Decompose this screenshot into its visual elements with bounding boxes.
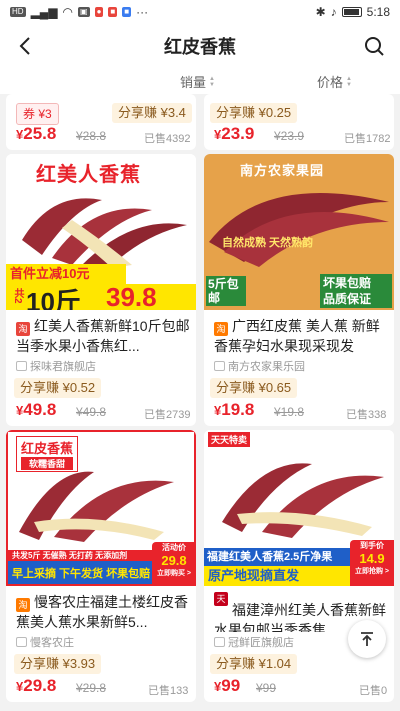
battery-icon xyxy=(341,7,362,17)
shop-name[interactable]: 慢客农庄 xyxy=(16,634,74,650)
sold-count: 已售2739 xyxy=(144,409,191,421)
sort-arrows-icon: ▲ ▼ xyxy=(209,75,215,88)
product-card[interactable]: 南方农家果园 自然成熟 天然熟韵 5斤包邮 坏果包赔 品质保证 淘广西红皮蕉 美人… xyxy=(204,154,394,426)
bluetooth-icon: ✱ xyxy=(315,5,326,19)
shop-icon xyxy=(16,361,27,371)
share-earn-badge[interactable]: 分享赚 ¥3.93 xyxy=(14,654,102,674)
sold-count: 已售133 xyxy=(148,685,189,697)
shop-name[interactable]: 南方农家果乐园 xyxy=(214,358,305,374)
product-title[interactable]: 淘红美人香蕉新鲜10斤包邮当季水果小香焦红... xyxy=(16,316,192,356)
app-icon-4: ■ xyxy=(122,7,132,17)
sold-count: 已售4392 xyxy=(144,133,191,145)
promo-price-box: 活动价 29.8 立即购买 > xyxy=(152,542,194,584)
promo-price-box: 到手价 14.9 立即抢购 > xyxy=(350,540,394,586)
product-card-partial[interactable]: 券 ¥3 分享赚 ¥3.4 ¥25.8 ¥28.8 已售4392 xyxy=(6,94,196,150)
signal-icon: ▂▄▆ xyxy=(30,5,58,19)
arrow-up-icon xyxy=(361,632,373,646)
original-price: ¥19.8 xyxy=(274,405,305,419)
shipping-badge: 5斤包邮 xyxy=(206,276,246,306)
app-icon-2: ● xyxy=(94,7,104,17)
back-arrow-icon[interactable] xyxy=(14,34,38,58)
product-image[interactable]: 红美人香蕉 首件立减10元 共2 10斤 39.8 xyxy=(6,154,196,310)
bell-off-icon: ♪ xyxy=(330,5,337,19)
shop-icon xyxy=(16,637,27,647)
price: ¥19.8 xyxy=(214,400,255,419)
sold-count: 已售1782 xyxy=(344,133,391,145)
banana-illustration xyxy=(22,198,187,270)
sold-count: 已售0 xyxy=(359,685,388,697)
guarantee-badge: 坏果包赔 品质保证 xyxy=(320,274,392,308)
coupon-badge: 券 ¥3 xyxy=(16,103,59,125)
share-earn-badge[interactable]: 分享赚 ¥3.4 xyxy=(112,103,192,123)
sort-arrows-icon: ▲ ▼ xyxy=(346,75,352,88)
share-earn-badge[interactable]: 分享赚 ¥0.65 xyxy=(210,378,298,398)
price: ¥23.9 xyxy=(214,124,255,143)
shop-name[interactable]: 冠鲜匠旗舰店 xyxy=(214,634,294,650)
shop-icon xyxy=(214,637,225,647)
share-earn-badge[interactable]: 分享赚 ¥0.52 xyxy=(14,378,102,398)
product-card[interactable]: 红美人香蕉 首件立减10元 共2 10斤 39.8 淘红美人香蕉新鲜10斤包邮当… xyxy=(6,154,196,426)
product-card[interactable]: 红皮香蕉 软糯香甜 共发5斤 无催熟 无打药 无添加剂 早上采摘 下午发货 坏果… xyxy=(6,430,196,702)
clock: 5:18 xyxy=(366,5,390,19)
original-price: ¥49.8 xyxy=(76,405,107,419)
product-image[interactable]: 天天特卖 福建红美人香蕉2.5斤净果 原产地现摘直发 到手价 14.9 立即抢购… xyxy=(204,430,394,586)
shop-icon xyxy=(214,361,225,371)
product-card-partial[interactable]: 分享赚 ¥0.25 ¥23.9 ¥23.9 已售1782 xyxy=(204,94,394,150)
discount-banner: 首件立减10元 xyxy=(6,264,126,284)
product-feed[interactable]: 券 ¥3 分享赚 ¥3.4 ¥25.8 ¥28.8 已售4392 分享赚 ¥0.… xyxy=(0,94,400,711)
banner-price: 39.8 xyxy=(106,282,157,310)
sort-bar: 销量 ▲ ▼ 价格 ▲ ▼ xyxy=(0,68,400,94)
promo-text: 早上采摘 下午发货 坏果包赔 xyxy=(12,568,151,580)
product-title[interactable]: 淘广西红皮蕉 美人蕉 新鲜香蕉孕妇水果现采现发 xyxy=(214,316,390,356)
page-title: 红皮香蕉 xyxy=(164,37,236,57)
banner-weight: 10斤 xyxy=(26,287,81,310)
header-bar: 红皮香蕉 xyxy=(0,24,400,68)
shop-name[interactable]: 探味君旗舰店 xyxy=(16,358,96,374)
tmall-icon: 天猫 xyxy=(214,592,228,618)
price: ¥29.8 xyxy=(16,676,57,695)
app-icon-1: ▣ xyxy=(78,7,90,17)
back-to-top-button[interactable] xyxy=(348,620,386,658)
original-price: ¥99 xyxy=(256,681,277,695)
original-price: ¥29.8 xyxy=(76,681,107,695)
share-earn-badge[interactable]: 分享赚 ¥0.25 xyxy=(210,103,298,123)
product-card[interactable]: 天天特卖 福建红美人香蕉2.5斤净果 原产地现摘直发 到手价 14.9 立即抢购… xyxy=(204,430,394,702)
taobao-icon: 淘 xyxy=(16,598,30,612)
product-image[interactable]: 红皮香蕉 软糯香甜 共发5斤 无催熟 无打药 无添加剂 早上采摘 下午发货 坏果… xyxy=(6,430,196,586)
banana-illustration xyxy=(19,471,174,542)
price: ¥99 xyxy=(214,676,241,695)
more-dots-icon: ··· xyxy=(136,5,149,19)
product-image[interactable]: 南方农家果园 自然成熟 天然熟韵 5斤包邮 坏果包赔 品质保证 xyxy=(204,154,394,310)
corner-badge: 天天特卖 xyxy=(208,432,251,447)
sort-sales-label: 销量 xyxy=(180,75,207,90)
image-slogan: 自然成熟 天然熟韵 xyxy=(222,237,314,249)
banner-small: 共2 xyxy=(12,288,23,304)
app-icon-3: ■ xyxy=(108,7,118,17)
taobao-icon: 淘 xyxy=(16,322,30,336)
sort-price-label: 价格 xyxy=(317,75,344,90)
product-title[interactable]: 淘慢客农庄福建土楼红皮香蕉美人蕉水果新鲜5... xyxy=(16,592,192,632)
banana-illustration xyxy=(209,193,389,267)
sold-count: 已售338 xyxy=(346,409,387,421)
original-price: ¥28.8 xyxy=(76,129,107,143)
taobao-icon: 淘 xyxy=(214,322,228,336)
banana-illustration xyxy=(222,463,384,538)
status-bar: HD ▂▄▆ ◠ ▣ ● ■ ■ ··· ✱ ♪ 5:18 xyxy=(0,0,400,24)
network-badge: HD xyxy=(10,7,26,17)
price: ¥49.8 xyxy=(16,400,57,419)
original-price: ¥23.9 xyxy=(274,129,305,143)
share-earn-badge[interactable]: 分享赚 ¥1.04 xyxy=(210,654,298,674)
sort-by-price[interactable]: 价格 ▲ ▼ xyxy=(317,72,352,91)
price: ¥25.8 xyxy=(16,124,57,143)
sort-by-sales[interactable]: 销量 ▲ ▼ xyxy=(180,72,215,91)
search-icon[interactable] xyxy=(362,34,386,58)
wifi-icon: ◠ xyxy=(62,5,74,19)
